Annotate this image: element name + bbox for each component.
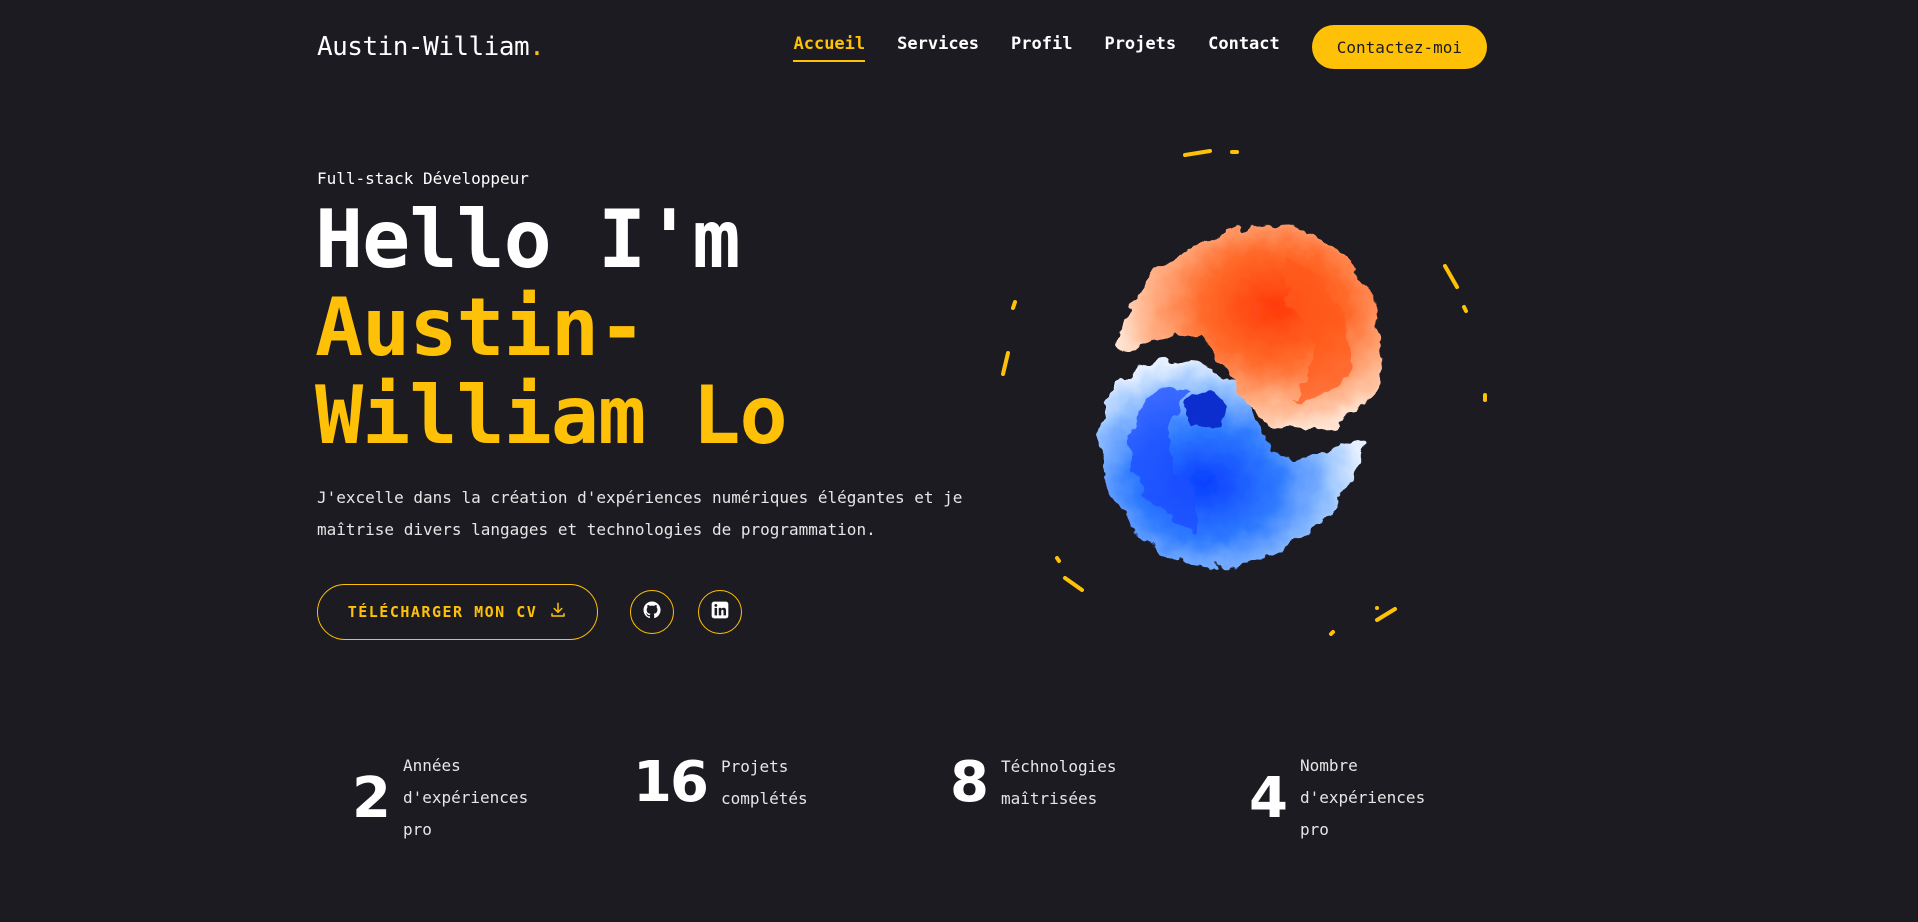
nav-item-accueil[interactable]: Accueil <box>793 34 865 62</box>
stat-value: 16 <box>633 750 709 815</box>
nav-item-profil[interactable]: Profil <box>1011 34 1072 60</box>
stat-item: 2 Années d'expériences pro <box>352 750 543 846</box>
hero-subtitle: Full-stack Développeur <box>317 169 529 188</box>
github-icon <box>642 600 662 624</box>
nav-item-services[interactable]: Services <box>897 34 979 60</box>
linkedin-icon <box>710 600 730 624</box>
stat-label: Années d'expériences pro <box>402 756 529 839</box>
nav-item-projets[interactable]: Projets <box>1104 34 1176 60</box>
stat-item: 4 Nombre d'expériences pro <box>1249 750 1440 846</box>
stat-item: 8 Téchnologies maîtrisées <box>950 750 1141 815</box>
main-nav: Accueil Services Profil Projets Contact … <box>793 25 1487 69</box>
contact-me-button[interactable]: Contactez-moi <box>1311 25 1487 69</box>
linkedin-link[interactable] <box>698 590 742 634</box>
stats-section: 2 Années d'expériences pro 16 Projets co… <box>317 750 1487 850</box>
logo-dot: . <box>529 32 545 62</box>
stat-value: 8 <box>950 750 989 815</box>
hero-illustration <box>985 145 1495 645</box>
download-icon <box>549 601 567 623</box>
stat-label: Projets complétés <box>720 756 808 808</box>
hero-hello: Hello I'm <box>315 193 740 286</box>
github-link[interactable] <box>630 590 674 634</box>
hero-title: Hello I'm Austin-William Lo <box>315 196 875 460</box>
nav-item-contact[interactable]: Contact <box>1208 34 1280 60</box>
logo-text: Austin-William <box>317 32 530 62</box>
logo[interactable]: Austin-William. <box>317 32 545 62</box>
stat-label: Nombre d'expériences pro <box>1299 756 1426 839</box>
hero-name: Austin-William Lo <box>315 281 788 462</box>
download-cv-label: TÉLÉCHARGER MON CV <box>347 603 538 621</box>
stat-label: Téchnologies maîtrisées <box>1000 756 1117 808</box>
hero-description: J'excelle dans la création d'expériences… <box>317 488 963 539</box>
download-cv-button[interactable]: TÉLÉCHARGER MON CV <box>317 584 598 640</box>
site-header: Austin-William. Accueil Services Profil … <box>317 24 1487 70</box>
stat-value: 4 <box>1249 765 1288 831</box>
stat-value: 2 <box>352 765 391 831</box>
stat-item: 16 Projets complétés <box>633 750 821 815</box>
